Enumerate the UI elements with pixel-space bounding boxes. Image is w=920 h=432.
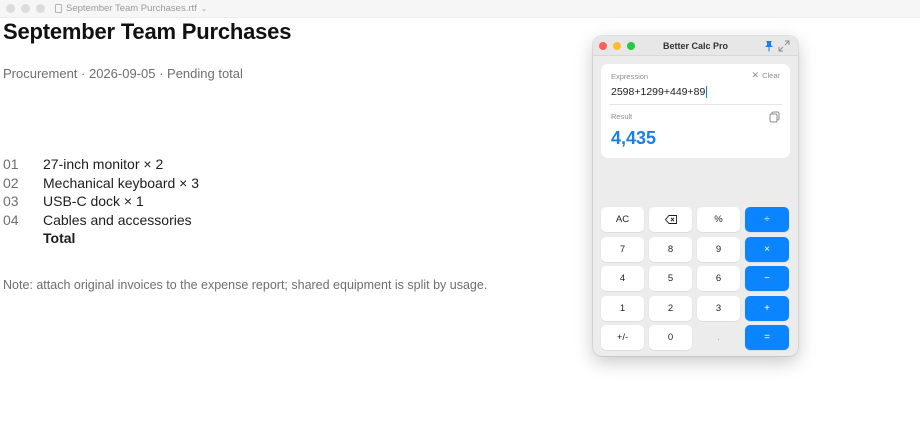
- calculator-window: Better Calc Pro Expression ✕ Clear 2598+…: [593, 36, 798, 356]
- purchase-list: 01 27-inch monitor × 2 02 Mechanical key…: [3, 155, 199, 248]
- zoom-window-button[interactable]: [36, 4, 45, 13]
- calculator-close-button[interactable]: [599, 41, 607, 50]
- expression-input[interactable]: 2598+1299+449+89: [611, 86, 708, 98]
- result-value: 4,435: [611, 128, 657, 148]
- calculator-window-controls: [599, 41, 635, 50]
- close-window-button[interactable]: [6, 4, 15, 13]
- decimal-key[interactable]: .: [697, 325, 740, 350]
- digit-5-key[interactable]: 5: [649, 266, 692, 291]
- text-caret: [706, 86, 708, 98]
- digit-2-key[interactable]: 2: [649, 295, 692, 321]
- divide-key[interactable]: ÷: [745, 207, 789, 232]
- minimize-window-button[interactable]: [21, 4, 30, 13]
- close-icon: ✕: [751, 70, 760, 80]
- expand-icon[interactable]: [778, 40, 790, 52]
- copy-icon[interactable]: [769, 111, 780, 123]
- document-subtitle: Procurement · 2026-09-05 · Pending total: [3, 66, 243, 81]
- document-window-controls: [6, 4, 45, 13]
- negate-key[interactable]: +/-: [601, 325, 644, 350]
- total-row: Total: [3, 229, 199, 248]
- add-key[interactable]: +: [745, 295, 789, 321]
- expression-text: 2598+1299+449+89: [611, 86, 706, 98]
- calculator-zoom-button[interactable]: [627, 41, 635, 50]
- item-number: 01: [3, 156, 19, 172]
- document-title[interactable]: September Team Purchases.rtf ⌄: [55, 3, 207, 14]
- page-title: September Team Purchases: [3, 19, 292, 44]
- item-text: USB-C dock × 1: [43, 193, 144, 209]
- document-titlebar: September Team Purchases.rtf ⌄: [0, 0, 920, 18]
- digit-8-key[interactable]: 8: [649, 236, 692, 262]
- list-item: 01 27-inch monitor × 2: [3, 155, 199, 174]
- equals-key[interactable]: =: [745, 325, 789, 350]
- chevron-down-icon: ⌄: [200, 4, 208, 13]
- document-note: Note: attach original invoices to the ex…: [3, 278, 488, 292]
- pin-icon[interactable]: [763, 40, 775, 52]
- result-label: Result: [611, 112, 633, 121]
- item-text: Mechanical keyboard × 3: [43, 174, 200, 191]
- list-item: 04 Cables and accessories: [3, 211, 199, 230]
- multiply-key[interactable]: ×: [745, 236, 789, 262]
- clear-button[interactable]: ✕ Clear: [751, 70, 780, 81]
- clear-label: Clear: [762, 71, 780, 80]
- digit-9-key[interactable]: 9: [697, 236, 740, 262]
- document-title-text: September Team Purchases.rtf: [66, 3, 197, 14]
- calculator-minimize-button[interactable]: [613, 41, 621, 50]
- list-item: 03 USB-C dock × 1: [3, 192, 199, 211]
- percent-key[interactable]: %: [697, 207, 740, 232]
- item-number: 02: [3, 174, 19, 191]
- backspace-icon: [664, 215, 677, 224]
- subtract-key[interactable]: −: [745, 266, 789, 291]
- display-divider: [609, 104, 782, 105]
- calculator-titlebar: Better Calc Pro: [593, 36, 798, 56]
- backspace-key[interactable]: [649, 207, 692, 232]
- all-clear-key[interactable]: AC: [601, 207, 644, 232]
- expression-label: Expression: [611, 72, 649, 81]
- digit-6-key[interactable]: 6: [697, 266, 740, 291]
- digit-3-key[interactable]: 3: [697, 295, 740, 321]
- digit-4-key[interactable]: 4: [601, 266, 644, 291]
- total-label: Total: [43, 230, 76, 246]
- digit-7-key[interactable]: 7: [601, 236, 644, 262]
- digit-1-key[interactable]: 1: [601, 295, 644, 321]
- item-number: 04: [3, 211, 19, 228]
- calculator-display: Expression ✕ Clear 2598+1299+449+89 Resu…: [601, 64, 790, 158]
- item-text: 27-inch monitor × 2: [43, 156, 164, 172]
- digit-0-key[interactable]: 0: [649, 325, 692, 350]
- document-icon: [55, 4, 62, 13]
- item-number: 03: [3, 193, 19, 209]
- list-item: 02 Mechanical keyboard × 3: [3, 174, 199, 193]
- item-text: Cables and accessories: [43, 211, 192, 228]
- keypad: AC % ÷ 7 8 9 × 4 5 6 − 1 2 3 + +/- 0 . =: [601, 207, 789, 350]
